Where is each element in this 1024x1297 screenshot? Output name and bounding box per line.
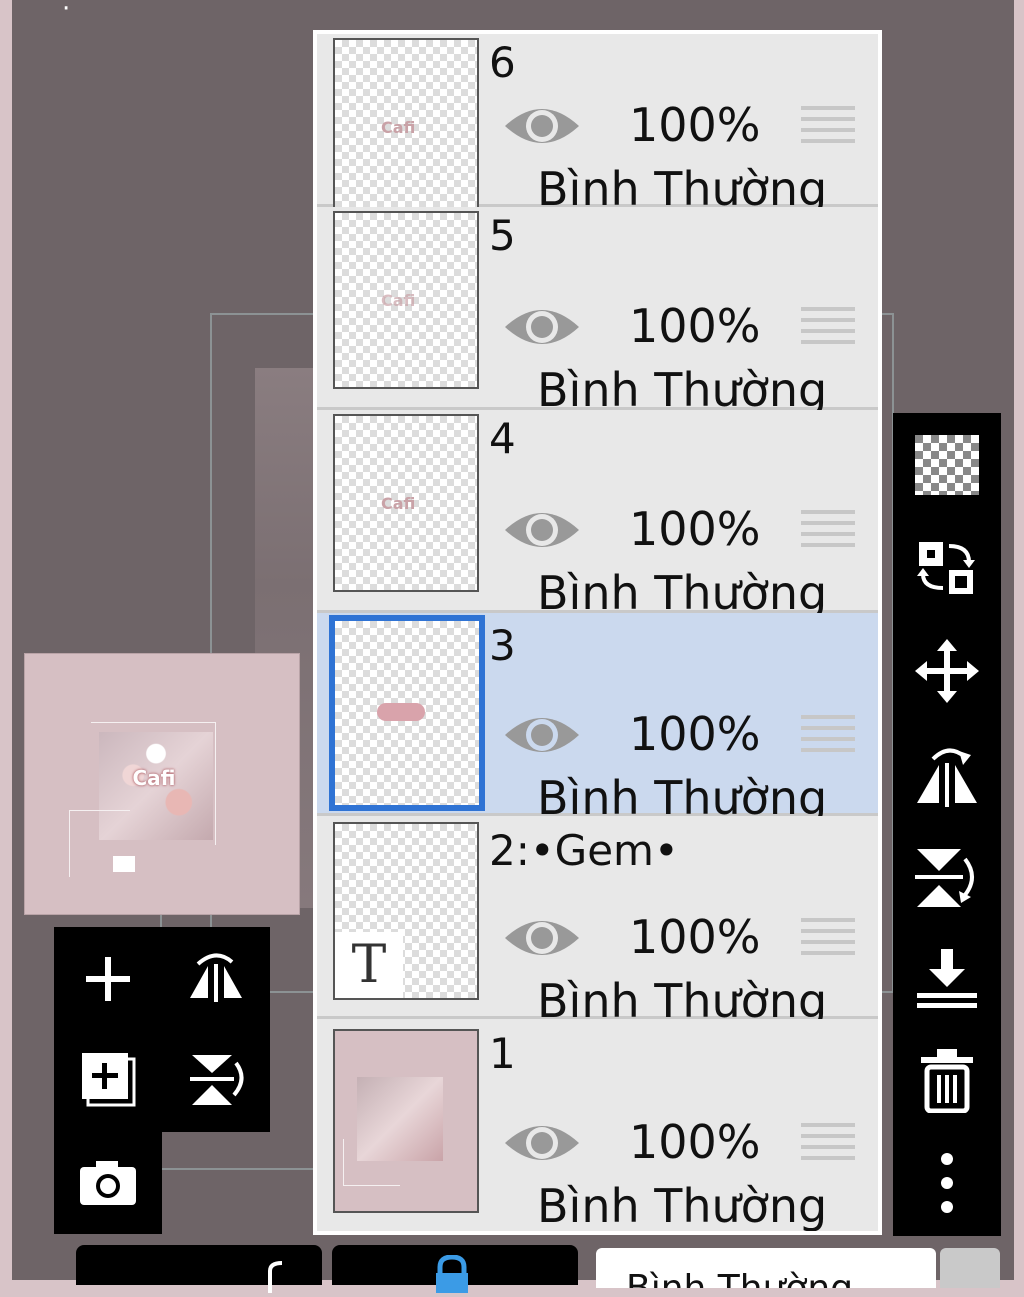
delete-layer-button[interactable] bbox=[907, 1041, 987, 1121]
add-layer-copy-icon bbox=[82, 1053, 136, 1107]
layer-blend-mode[interactable]: Bình Thường bbox=[537, 1179, 827, 1231]
layer-row-selected[interactable]: 3 100% Bình Thường bbox=[317, 613, 878, 825]
lock-icon bbox=[436, 1255, 468, 1293]
layer-thumbnail-text: Cafi bbox=[381, 494, 416, 513]
move-icon bbox=[915, 639, 979, 703]
layer-thumbnail: T bbox=[333, 822, 479, 1000]
flip-horizontal-icon bbox=[190, 953, 242, 1002]
layer-opacity[interactable]: 100% bbox=[629, 502, 761, 556]
layer-row[interactable]: Cafi 6 100% Bình Thường bbox=[317, 34, 878, 216]
layer-thumbnail bbox=[329, 615, 485, 811]
layer-name: 3 bbox=[489, 621, 516, 670]
flip-horizontal-button[interactable] bbox=[907, 735, 987, 815]
lock-button[interactable] bbox=[332, 1245, 578, 1293]
visibility-eye-icon[interactable] bbox=[503, 100, 581, 152]
blend-mode-dropdown-button[interactable] bbox=[940, 1248, 1000, 1288]
layer-row[interactable]: Cafi 5 100% Bình Thường bbox=[317, 207, 878, 417]
preview-caption: Cafi bbox=[132, 766, 176, 790]
layer-thumbnail-text: Cafi bbox=[381, 118, 416, 137]
layer-opacity[interactable]: 100% bbox=[629, 299, 761, 353]
more-options-button[interactable] bbox=[907, 1143, 987, 1223]
layer-opacity[interactable]: 100% bbox=[629, 1115, 761, 1169]
layer-blend-mode[interactable]: Bình Thường bbox=[537, 363, 827, 417]
visibility-eye-icon[interactable] bbox=[503, 709, 581, 761]
drag-handle-icon[interactable] bbox=[801, 307, 855, 351]
add-layer-icon bbox=[86, 957, 130, 1001]
layer-thumbnail bbox=[333, 1029, 479, 1213]
layer-thumbnail-frame bbox=[343, 1139, 400, 1186]
add-layer-copy-button[interactable] bbox=[73, 1044, 143, 1114]
flip-horizontal-button[interactable] bbox=[181, 944, 251, 1014]
camera-toolbar bbox=[54, 1130, 162, 1234]
status-dot-icon: · bbox=[62, 0, 102, 24]
trash-icon bbox=[921, 1049, 973, 1113]
clipping-icon bbox=[268, 1261, 283, 1293]
flip-vertical-icon bbox=[915, 849, 974, 907]
merge-down-icon bbox=[917, 949, 977, 1008]
visibility-eye-icon[interactable] bbox=[503, 504, 581, 556]
flip-vertical-button[interactable] bbox=[181, 1044, 251, 1114]
layer-mini-toolbar bbox=[54, 927, 270, 1132]
layer-name: 5 bbox=[489, 211, 516, 260]
visibility-eye-icon[interactable] bbox=[503, 301, 581, 353]
more-vertical-icon bbox=[941, 1153, 953, 1213]
transparency-button[interactable] bbox=[907, 425, 987, 505]
layer-thumbnail: Cafi bbox=[333, 414, 479, 592]
transparency-checker-icon bbox=[915, 435, 979, 495]
drag-handle-icon[interactable] bbox=[801, 715, 855, 759]
layer-thumbnail: Cafi bbox=[333, 38, 479, 216]
blend-mode-label: Bình Thường bbox=[626, 1268, 853, 1288]
visibility-eye-icon[interactable] bbox=[503, 1117, 581, 1169]
flip-vertical-icon bbox=[190, 1055, 244, 1105]
swap-layers-button[interactable] bbox=[907, 528, 987, 608]
clipping-button[interactable] bbox=[76, 1245, 322, 1293]
layer-opacity[interactable]: 100% bbox=[629, 98, 761, 152]
layer-thumbnail: Cafi bbox=[333, 211, 479, 389]
layer-tools-toolbar bbox=[893, 413, 1001, 1236]
add-layer-button[interactable] bbox=[73, 944, 143, 1014]
camera-button[interactable] bbox=[73, 1147, 143, 1217]
layer-name: 1 bbox=[489, 1029, 516, 1078]
flip-horizontal-icon bbox=[917, 748, 977, 807]
layer-row[interactable]: 1 100% Bình Thường bbox=[317, 1019, 878, 1231]
layer-name: 6 bbox=[489, 38, 516, 87]
layer-blend-mode[interactable]: Bình Thường bbox=[537, 566, 827, 620]
layer-name: 4 bbox=[489, 414, 516, 463]
layer-row[interactable]: Cafi 4 100% Bình Thường bbox=[317, 410, 878, 620]
camera-icon bbox=[80, 1161, 136, 1205]
layers-panel: Cafi 6 100% Bình Thường Cafi 5 100% Bình… bbox=[313, 30, 882, 1235]
flip-vertical-button[interactable] bbox=[907, 837, 987, 917]
layer-row[interactable]: T 2:•Gem• 100% Bình Thường bbox=[317, 816, 878, 1028]
blend-mode-select[interactable]: Bình Thường bbox=[596, 1248, 936, 1288]
drag-handle-icon[interactable] bbox=[801, 106, 855, 150]
swap-layers-icon bbox=[917, 542, 975, 594]
canvas-preview[interactable]: Cafi bbox=[24, 653, 300, 915]
layer-thumbnail-text: Cafi bbox=[381, 291, 416, 310]
merge-down-button[interactable] bbox=[907, 939, 987, 1019]
layer-opacity[interactable]: 100% bbox=[629, 707, 761, 761]
move-button[interactable] bbox=[907, 631, 987, 711]
layer-opacity[interactable]: 100% bbox=[629, 910, 761, 964]
drag-handle-icon[interactable] bbox=[801, 918, 855, 962]
layer-thumbnail-shape bbox=[377, 703, 425, 721]
preview-tag bbox=[113, 856, 135, 872]
visibility-eye-icon[interactable] bbox=[503, 912, 581, 964]
drag-handle-icon[interactable] bbox=[801, 1123, 855, 1167]
text-layer-icon: T bbox=[335, 932, 403, 998]
drag-handle-icon[interactable] bbox=[801, 510, 855, 554]
layer-name: 2:•Gem• bbox=[489, 826, 679, 875]
